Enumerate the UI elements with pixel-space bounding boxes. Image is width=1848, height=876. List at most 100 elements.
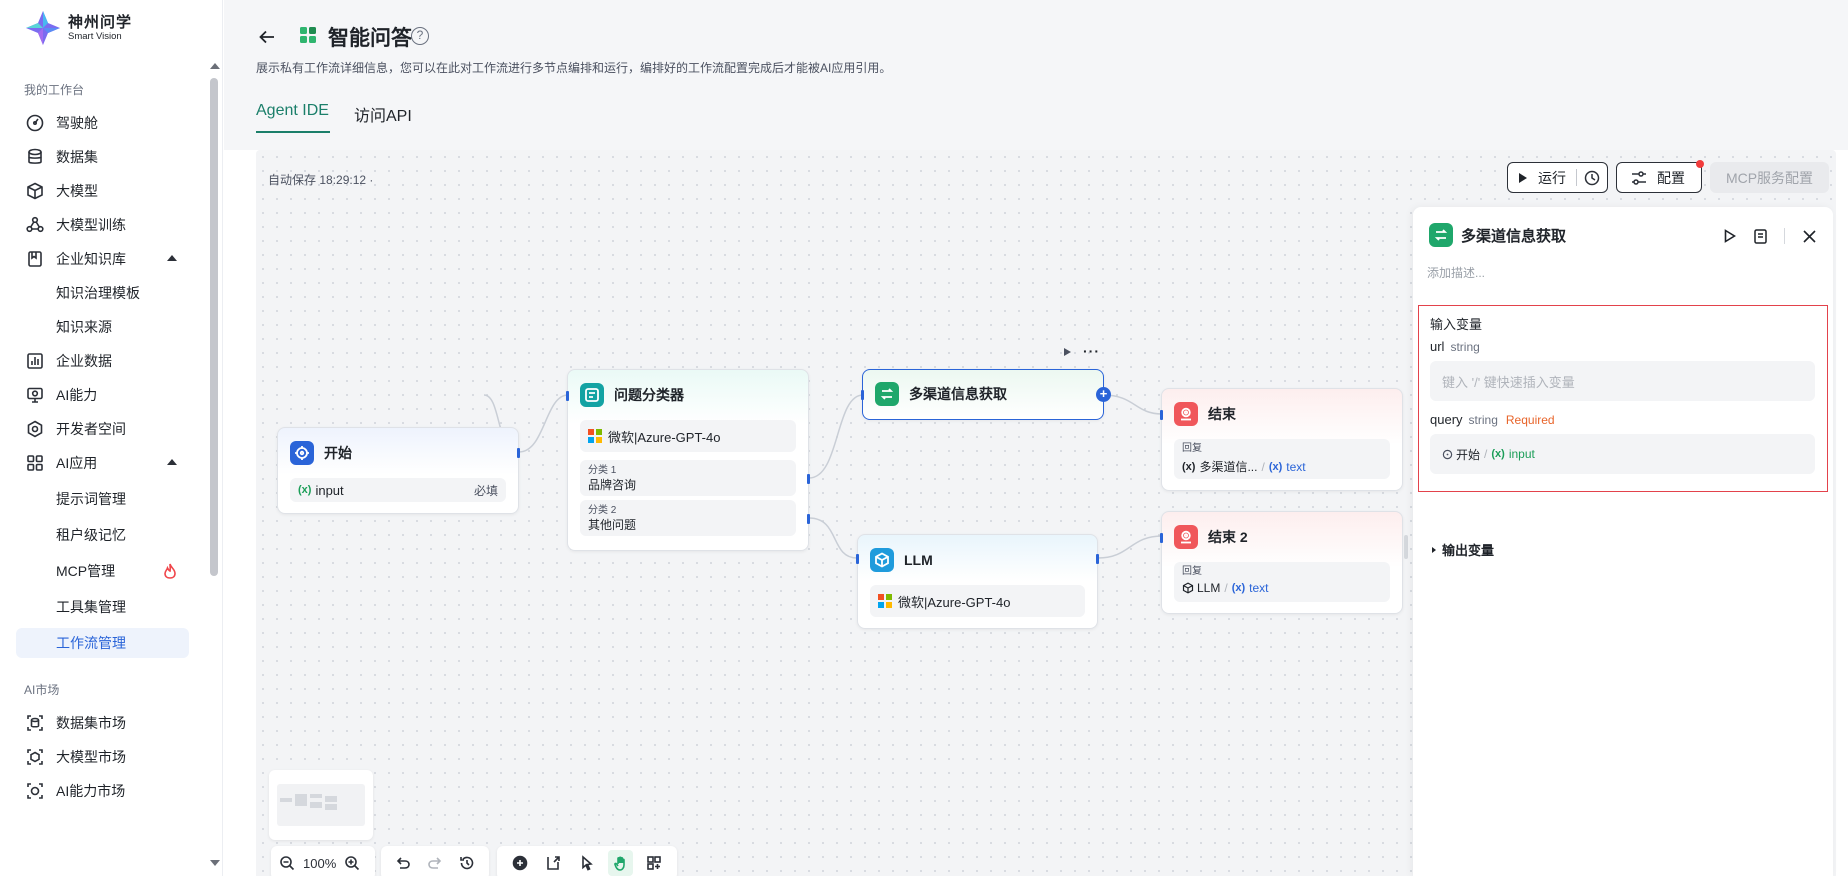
input-port[interactable] <box>566 391 569 401</box>
node-doc-button[interactable] <box>1750 226 1770 246</box>
brand-logo[interactable]: 神州问学 Smart Vision <box>24 8 132 48</box>
sidebar-item-knowledge-source[interactable]: 知识来源 <box>16 312 189 342</box>
tab-agent-ide[interactable]: Agent IDE <box>256 102 329 120</box>
node-llm[interactable]: LLM 微软|Azure-GPT-4o <box>856 534 1099 629</box>
sidebar-item-label: 驾驶舱 <box>56 115 98 131</box>
class-item-1[interactable]: 分类 1 品牌咨询 <box>580 460 796 496</box>
sidebar-item-toolset[interactable]: 工具集管理 <box>16 592 189 622</box>
output-port[interactable] <box>1096 554 1099 564</box>
classifier-node-icon <box>580 383 604 407</box>
input-port[interactable] <box>1160 533 1163 543</box>
dashboard-icon <box>26 114 44 132</box>
add-note-button[interactable] <box>541 850 567 876</box>
scroll-down-arrow-icon[interactable] <box>210 860 220 866</box>
add-node-icon[interactable]: + <box>1096 387 1111 402</box>
sidebar-item-label: 企业数据 <box>56 353 112 369</box>
sidebar-item-workflow[interactable]: 工作流管理 <box>16 628 189 658</box>
description-input[interactable]: 添加描述... <box>1427 264 1485 281</box>
node-classifier[interactable]: 问题分类器 微软|Azure-GPT-4o 分类 1 品牌咨询 分类 2 其他问… <box>566 369 810 551</box>
node-multichannel[interactable]: 多渠道信息获取 + <box>861 369 1111 420</box>
back-button[interactable] <box>256 26 278 48</box>
reply-variable-chip: (x) 多渠道信... / (x) text <box>1182 458 1306 475</box>
separator: / <box>1261 459 1265 474</box>
add-node-button[interactable] <box>507 850 533 876</box>
sidebar-item-label: 提示词管理 <box>56 491 126 507</box>
output-port-class-1[interactable] <box>807 474 810 484</box>
sidebar-item-model[interactable]: 大模型 <box>16 176 189 206</box>
var-query-label: query string Required <box>1430 412 1555 427</box>
zoom-in-icon <box>345 856 360 871</box>
chevron-up-icon[interactable] <box>167 255 177 261</box>
run-button[interactable]: 运行 <box>1507 162 1608 193</box>
minimap[interactable] <box>269 770 373 840</box>
zoom-level[interactable]: 100% <box>303 856 336 871</box>
undo-button[interactable] <box>391 850 415 876</box>
sidebar-item-knowledge[interactable]: 企业知识库 <box>16 244 189 274</box>
zoom-out-button[interactable] <box>274 850 300 876</box>
run-node-button[interactable] <box>1720 226 1740 246</box>
multichannel-node-icon <box>1429 223 1453 247</box>
sidebar-item-dataset-market[interactable]: 数据集市场 <box>16 708 189 738</box>
sidebar-item-label: 企业知识库 <box>56 251 126 267</box>
hand-mode-button[interactable] <box>607 850 634 876</box>
input-port[interactable] <box>1160 410 1163 420</box>
query-variable-input[interactable]: 开始 / (x) input <box>1430 434 1815 474</box>
reply-variable-chip: LLM / (x) text <box>1182 581 1268 595</box>
sidebar-item-label: 数据集市场 <box>56 715 126 731</box>
model-selector[interactable]: 微软|Azure-GPT-4o <box>580 420 796 452</box>
close-panel-button[interactable] <box>1799 226 1819 246</box>
node-run-icon[interactable] <box>1064 348 1071 356</box>
class-item-2[interactable]: 分类 2 其他问题 <box>580 500 796 536</box>
node-end-2[interactable]: 结束 2 回复 LLM / (x) text <box>1160 511 1403 614</box>
scroll-up-arrow-icon[interactable] <box>210 63 220 69</box>
zoom-in-button[interactable] <box>339 850 365 876</box>
sidebar-item-ai-apps[interactable]: AI应用 <box>16 448 189 478</box>
panel-resize-handle[interactable] <box>1404 535 1408 559</box>
sidebar-item-tenant-memory[interactable]: 租户级记忆 <box>16 520 189 550</box>
sidebar-item-enterprise-data[interactable]: 企业数据 <box>16 346 189 376</box>
sidebar-item-ability-market[interactable]: AI能力市场 <box>16 776 189 806</box>
sliders-icon <box>1632 170 1646 185</box>
input-port[interactable] <box>861 390 864 400</box>
history-clock-icon[interactable] <box>1584 170 1600 186</box>
variable-icon: (x) <box>1268 460 1283 473</box>
sidebar-item-ai-ability[interactable]: AI能力 <box>16 380 189 410</box>
chevron-up-icon[interactable] <box>167 459 177 465</box>
history-icon <box>460 856 474 870</box>
node-start[interactable]: 开始 (x) input 必填 <box>277 427 520 514</box>
node-more-icon[interactable]: ··· <box>1083 344 1100 358</box>
model-selector[interactable]: 微软|Azure-GPT-4o <box>870 585 1085 617</box>
redo-button[interactable] <box>423 850 447 876</box>
node-end[interactable]: 结束 回复 (x) 多渠道信... / (x) text <box>1160 388 1403 491</box>
tab-api[interactable]: 访问API <box>354 102 412 126</box>
input-variables-section: 输入变量 url string 键入 '/' 键快速插入变量 query strin… <box>1418 305 1828 492</box>
zoom-toolbar: 100% <box>271 846 375 876</box>
sidebar-item-prompt[interactable]: 提示词管理 <box>16 484 189 514</box>
sidebar-item-label: 知识来源 <box>56 319 112 335</box>
input-port[interactable] <box>856 554 859 564</box>
query-source: 开始 <box>1456 447 1481 462</box>
help-icon[interactable]: ? <box>411 27 429 45</box>
layout-button[interactable] <box>641 850 667 876</box>
panel-actions <box>1710 226 1819 246</box>
sidebar-item-governance-template[interactable]: 知识治理模板 <box>16 278 189 308</box>
url-variable-input[interactable]: 键入 '/' 键快速插入变量 <box>1430 361 1815 401</box>
history-button[interactable] <box>455 850 479 876</box>
output-variables-toggle[interactable]: 输出变量 <box>1432 540 1494 559</box>
sidebar-item-mcp[interactable]: MCP管理 <box>16 556 189 586</box>
sidebar-scrollbar-thumb[interactable] <box>210 78 218 576</box>
sidebar-item-training[interactable]: 大模型训练 <box>16 210 189 240</box>
sidebar-item-dataset[interactable]: 数据集 <box>16 142 189 172</box>
mcp-service-config-button[interactable]: MCP服务配置 <box>1710 162 1829 193</box>
config-button[interactable]: 配置 <box>1616 160 1704 193</box>
end-node-icon <box>1174 525 1198 549</box>
output-port-class-2[interactable] <box>807 514 810 524</box>
sidebar-item-developer[interactable]: 开发者空间 <box>16 414 189 444</box>
knowledge-icon <box>26 250 44 268</box>
sidebar-item-model-market[interactable]: 大模型市场 <box>16 742 189 772</box>
developer-icon <box>26 420 44 438</box>
required-tag: 必填 <box>473 483 498 498</box>
pointer-mode-button[interactable] <box>574 850 600 876</box>
sidebar-item-cockpit[interactable]: 驾驶舱 <box>16 108 189 138</box>
output-port[interactable] <box>517 448 520 458</box>
